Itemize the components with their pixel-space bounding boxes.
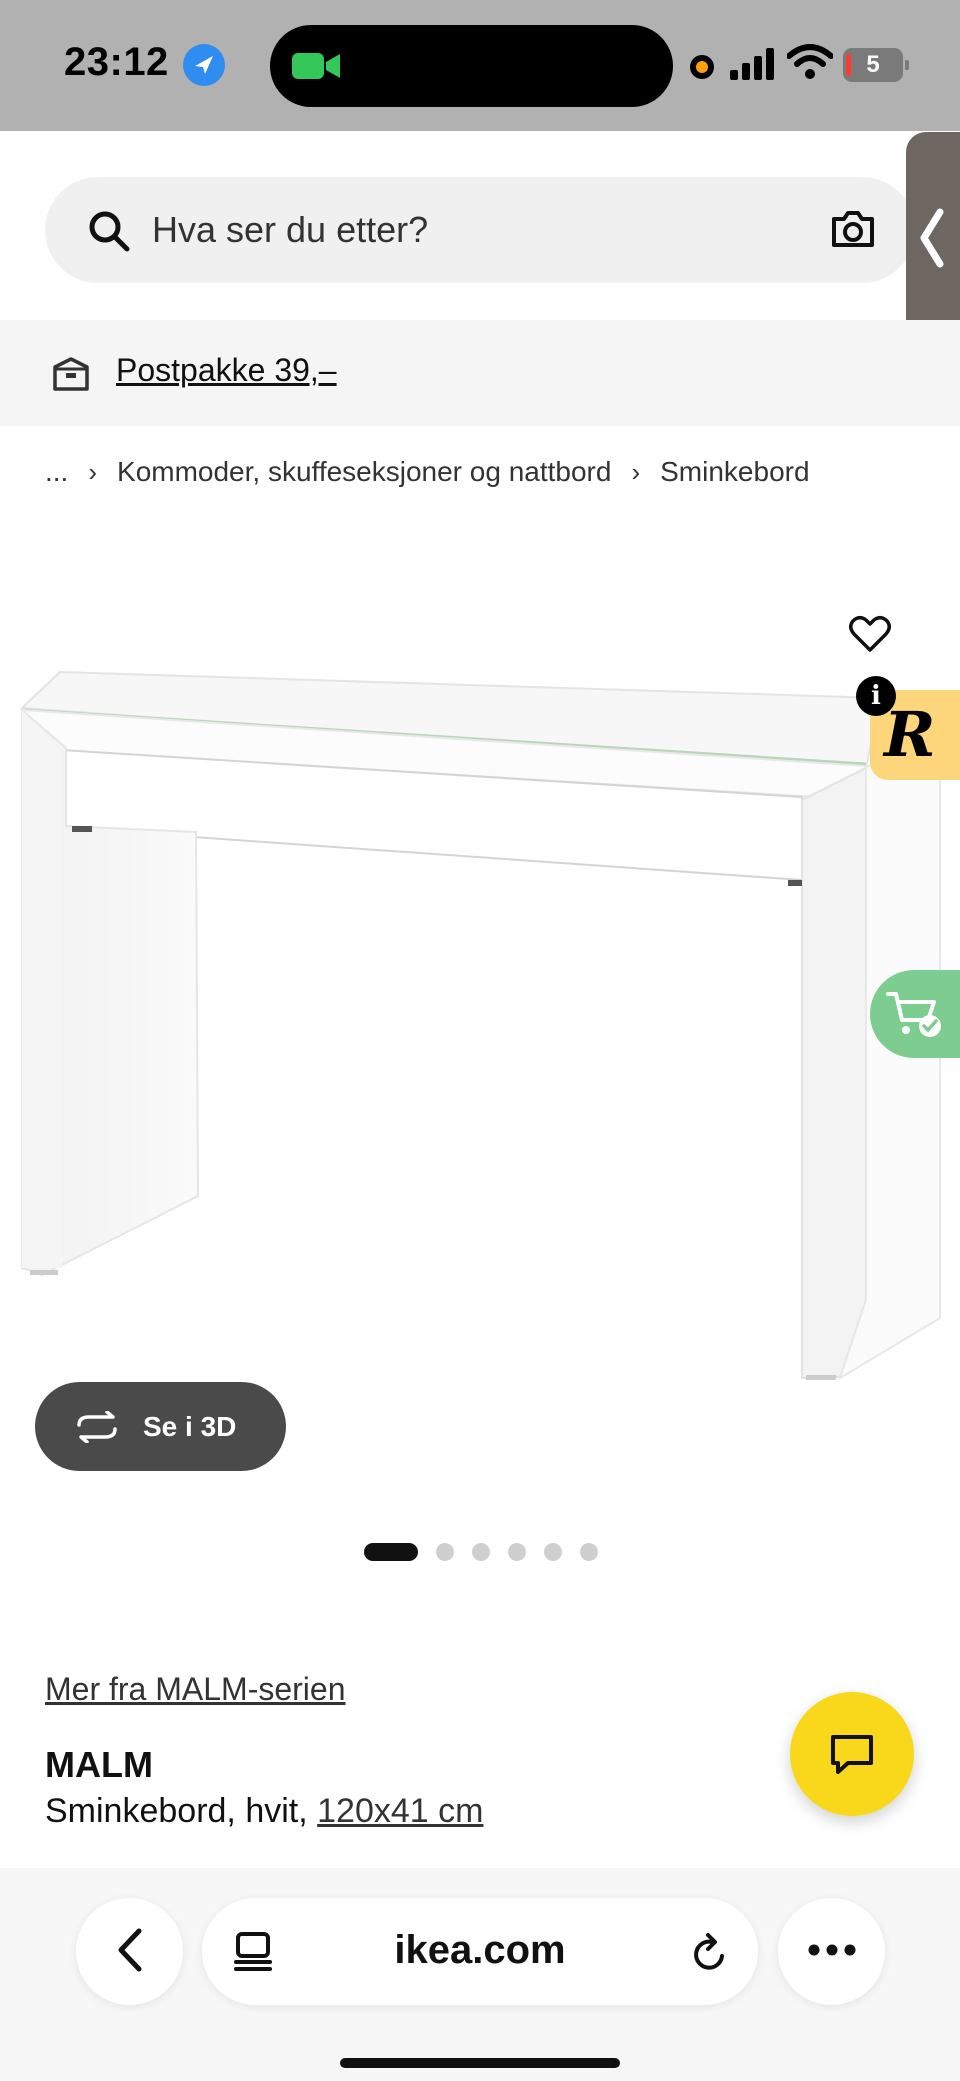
browser-toolbar: ikea.com bbox=[0, 1868, 960, 2081]
pagination-dot[interactable] bbox=[580, 1543, 598, 1561]
more-dots-icon bbox=[808, 1944, 855, 1956]
more-button[interactable] bbox=[778, 1898, 885, 2005]
back-chevron-icon bbox=[118, 1928, 141, 1972]
back-button[interactable] bbox=[76, 1898, 183, 2005]
product-dimensions-link[interactable]: 120x41 cm bbox=[317, 1792, 483, 1830]
breadcrumb-item-category[interactable]: Kommoder, skuffeseksjoner og nattbord bbox=[117, 456, 611, 488]
pagination-dot[interactable] bbox=[436, 1543, 454, 1561]
brand-badge-letter: R bbox=[884, 698, 936, 771]
heart-icon[interactable] bbox=[848, 614, 892, 654]
wifi-icon bbox=[787, 44, 833, 79]
status-time: 23:12 bbox=[64, 40, 169, 84]
chat-button[interactable] bbox=[790, 1692, 914, 1816]
location-arrow-icon bbox=[183, 44, 225, 86]
series-link[interactable]: Mer fra MALM-serien bbox=[45, 1671, 346, 1708]
product-name: MALM bbox=[45, 1744, 153, 1785]
side-panel-tab[interactable] bbox=[906, 132, 960, 347]
product-description: Sminkebord, hvit, 120x41 cm bbox=[45, 1792, 483, 1831]
info-icon[interactable]: i bbox=[856, 676, 896, 716]
dynamic-island bbox=[270, 25, 673, 107]
home-indicator bbox=[340, 2058, 620, 2068]
breadcrumb: ... › Kommoder, skuffeseksjoner og nattb… bbox=[45, 456, 810, 488]
search-input[interactable] bbox=[152, 203, 752, 257]
cart-badge[interactable] bbox=[870, 970, 960, 1058]
chevron-left-icon bbox=[920, 208, 944, 268]
url-text[interactable]: ikea.com bbox=[202, 1928, 758, 1973]
reload-icon[interactable] bbox=[690, 1932, 730, 1974]
rotate-3d-icon bbox=[77, 1410, 117, 1443]
breadcrumb-ellipsis[interactable]: ... bbox=[45, 456, 68, 488]
pagination-dot-active[interactable] bbox=[364, 1543, 418, 1561]
camera-icon[interactable] bbox=[830, 207, 876, 251]
gallery-pagination bbox=[364, 1543, 616, 1561]
search-bar[interactable] bbox=[45, 177, 915, 283]
see-in-3d-label: Se i 3D bbox=[143, 1410, 237, 1442]
recording-dot-icon bbox=[690, 55, 714, 79]
cart-check-icon bbox=[886, 992, 941, 1037]
product-description-text: Sminkebord, hvit, bbox=[45, 1792, 308, 1830]
address-bar[interactable]: ikea.com bbox=[202, 1898, 758, 2005]
breadcrumb-item-current[interactable]: Sminkebord bbox=[660, 456, 809, 488]
shipping-link[interactable]: Postpakke 39,– bbox=[116, 352, 337, 389]
see-in-3d-button[interactable]: Se i 3D bbox=[35, 1382, 286, 1471]
pagination-dot[interactable] bbox=[508, 1543, 526, 1561]
battery-icon: 5 bbox=[843, 48, 909, 82]
shipping-banner: Postpakke 39,– bbox=[0, 320, 960, 426]
chat-icon bbox=[831, 1735, 873, 1774]
pagination-dot[interactable] bbox=[544, 1543, 562, 1561]
chevron-right-icon: › bbox=[631, 456, 641, 487]
status-bar: 23:12 5 bbox=[0, 0, 960, 131]
search-icon bbox=[89, 211, 130, 252]
facetime-camera-icon bbox=[292, 53, 340, 79]
pagination-dot[interactable] bbox=[472, 1543, 490, 1561]
product-image[interactable] bbox=[0, 520, 960, 1400]
package-box-icon bbox=[53, 357, 89, 391]
chevron-right-icon: › bbox=[88, 456, 98, 487]
cellular-signal-icon bbox=[730, 48, 774, 80]
